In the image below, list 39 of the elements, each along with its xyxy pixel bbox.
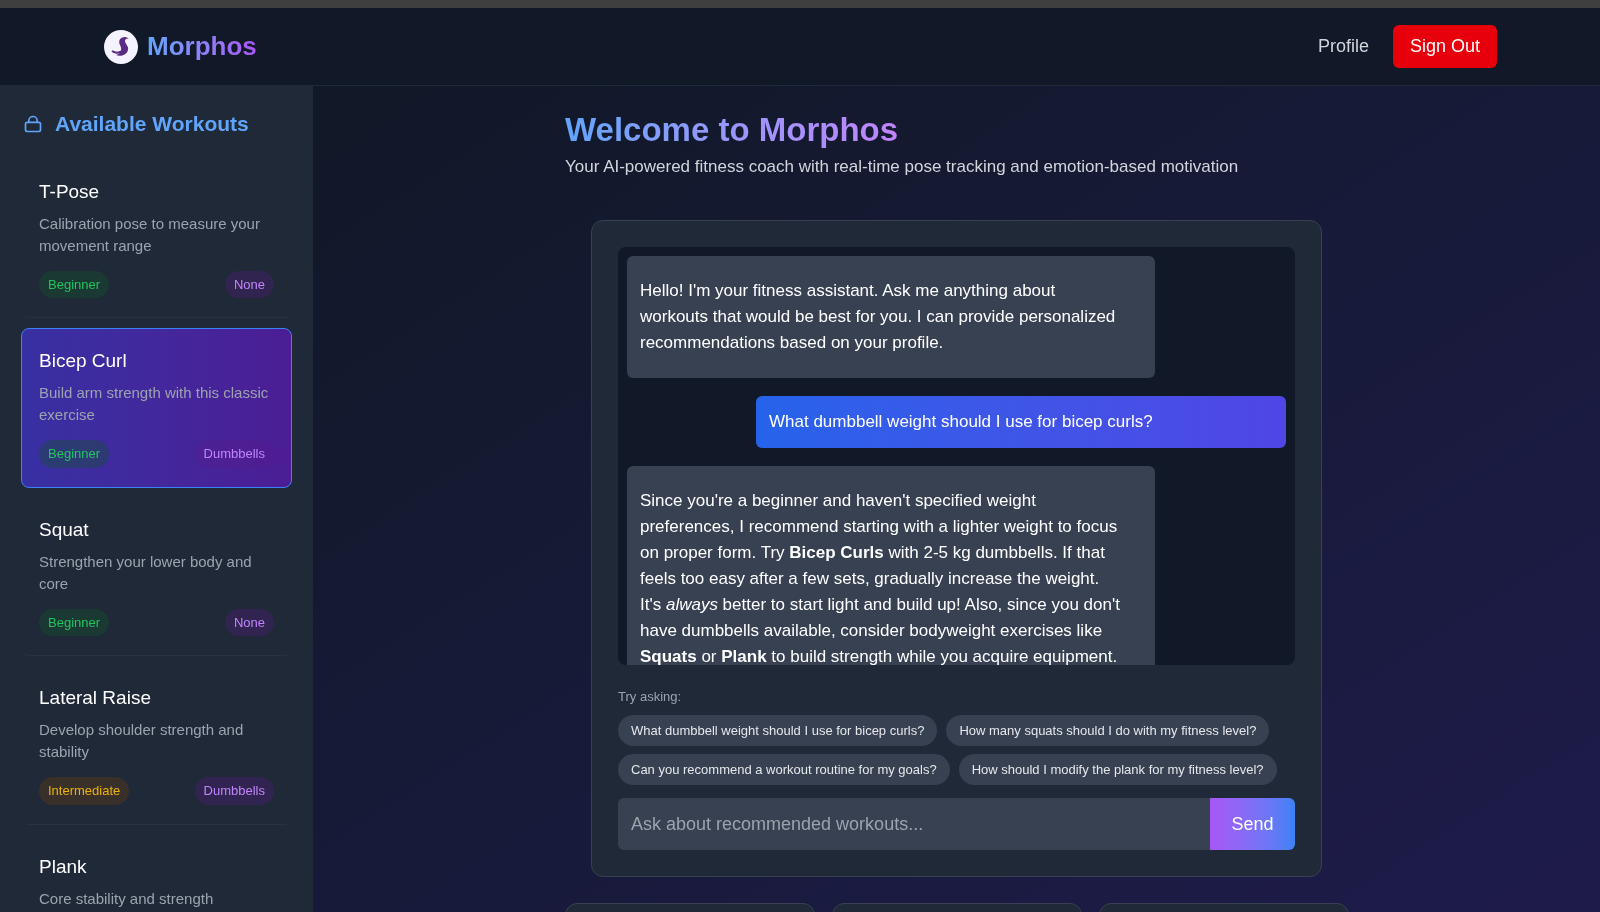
assistant-message: Hello! I'm your fitness assistant. Ask me anything about workouts that would be best for you. I can provide personalized recommendations based on your profile. <box>627 255 1155 378</box>
lock-icon <box>23 113 43 134</box>
suggestion-chip[interactable]: How many squats should I do with my fitness level? <box>946 715 1270 746</box>
equipment-tag: Dumbbells <box>194 440 274 468</box>
difficulty-tag: Beginner <box>39 270 110 298</box>
sign-out-button[interactable]: Sign Out <box>1392 25 1497 68</box>
workout-card[interactable]: Plank Core stability and strength <box>21 834 292 912</box>
suggestion-chip[interactable]: How should I modify the plank for my fitness level? <box>958 754 1277 785</box>
chat-input-field[interactable]: Ask about recommended workouts... <box>618 798 1210 850</box>
workout-name: Lateral Raise <box>39 687 152 709</box>
workout-description: Calibration pose to measure your movement range <box>39 213 261 256</box>
difficulty-tag: Beginner <box>39 440 110 468</box>
workout-description: Core stability and strength <box>39 888 215 909</box>
equipment-tag: None <box>224 608 274 636</box>
assistant-message: Since you're a beginner and haven't specified weight preferences, I recommend starting with a lighter weight to focus on proper form. Try Bicep Curls with 2-5 kg dumbbells. If that feels too easy after a few sets, gradually increase the weight. It's always better to start light and build up! Also, since you don't have dumbbells available, consider bodyweight exercises like Squats or Plank to build strength while you acquire equipment. <box>627 465 1155 665</box>
workout-description: Develop shoulder strength and stability <box>39 720 245 762</box>
workout-card[interactable]: T-Pose Calibration pose to measure your movement range Beginner None <box>21 159 292 318</box>
workout-name: Bicep Curl <box>39 350 128 372</box>
suggestions-label: Try asking: <box>618 687 683 706</box>
workout-card[interactable]: Lateral Raise Develop shoulder strength and stability Intermediate Dumbbells <box>21 666 292 825</box>
equipment-tag: Dumbbells <box>194 777 274 805</box>
equipment-tag: None <box>224 270 274 298</box>
workout-name: Plank <box>39 855 88 878</box>
workout-description: Build arm strength with this classic exercise <box>39 383 270 425</box>
profile-link[interactable]: Profile <box>1317 33 1369 60</box>
user-message: What dumbbell weight should I use for bicep curls? <box>756 395 1286 448</box>
workout-card[interactable]: Bicep Curl Build arm strength with this classic exercise Beginner Dumbbells <box>21 328 292 488</box>
workout-name: T-Pose <box>39 180 101 203</box>
workout-name: Squat <box>39 518 90 541</box>
workout-description: Strengthen your lower body and core <box>39 551 253 594</box>
page-subtitle: Your AI-powered fitness coach with real-time pose tracking and emotion-based motivation <box>565 156 1240 178</box>
sidebar-title: Available Workouts <box>55 111 249 137</box>
suggestion-chip[interactable]: What dumbbell weight should I use for bicep curls? <box>618 715 938 746</box>
workout-card[interactable]: Squat Strengthen your lower body and core Beginner None <box>21 497 292 656</box>
suggestion-chip[interactable]: Can you recommend a workout routine for my goals? <box>618 754 950 785</box>
difficulty-tag: Intermediate <box>39 777 130 805</box>
swan-logo-icon <box>103 28 139 65</box>
difficulty-tag: Beginner <box>39 608 110 636</box>
send-button[interactable]: Send <box>1210 798 1295 850</box>
